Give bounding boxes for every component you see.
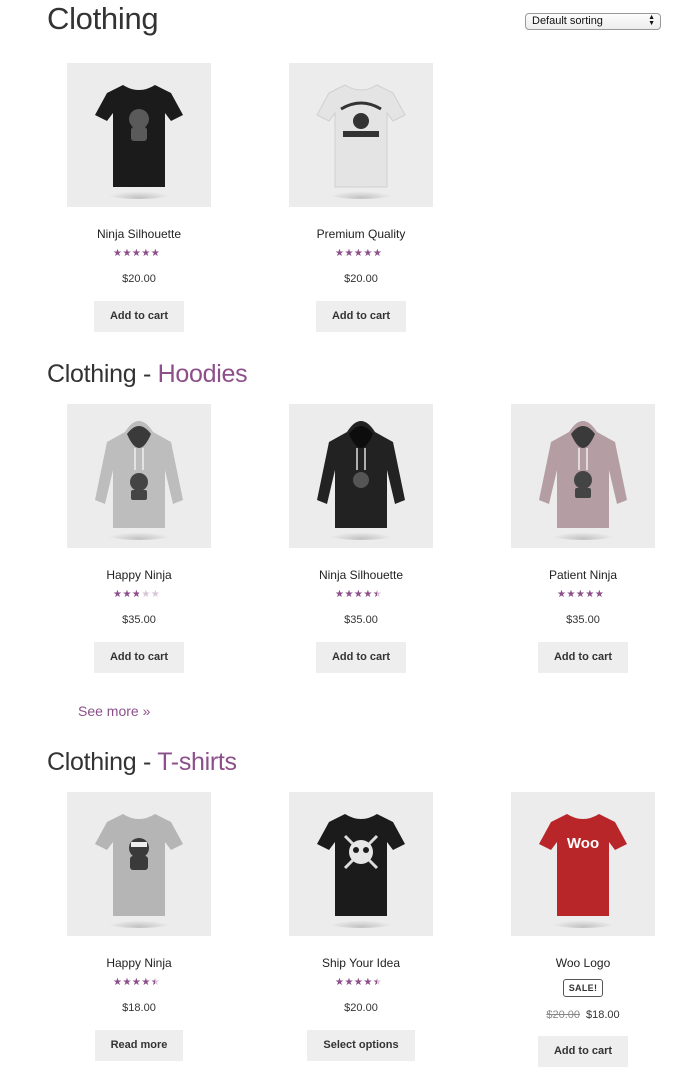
product-name[interactable]: Ship Your Idea [266, 956, 456, 970]
product-image[interactable] [67, 792, 211, 936]
add-to-cart-button[interactable]: Add to cart [537, 1036, 629, 1067]
product-card: Patient Ninja ★★★★★ ★★★★★ $35.00 Add to c… [488, 404, 678, 673]
select-options-button[interactable]: Select options [307, 1030, 415, 1061]
star-rating: ★★★★★★★★★★ [113, 248, 161, 259]
see-more-link[interactable]: See more » [78, 702, 150, 720]
tshirt-icon [316, 84, 406, 199]
add-to-cart-button[interactable]: Add to cart [537, 642, 629, 673]
product-price: $20.00 $18.00 [488, 1009, 678, 1021]
product-image[interactable] [289, 404, 433, 548]
product-name[interactable]: Premium Quality [266, 227, 456, 241]
star-rating: ★★★★★★★★★★ [557, 589, 605, 600]
add-to-cart-button[interactable]: Add to cart [315, 642, 407, 673]
hoodie-icon [317, 421, 405, 540]
hoodie-icon [539, 421, 627, 540]
product-price: $20.00 [344, 1002, 378, 1014]
star-rating: ★★★★★★★★★★ [335, 977, 383, 988]
product-name[interactable]: Woo Logo [488, 956, 678, 970]
product-name[interactable]: Patient Ninja [488, 568, 678, 582]
product-card: Ninja Silhouette ★★★★★★★★★★ $35.00 Add t… [266, 404, 456, 673]
product-image[interactable] [289, 63, 433, 207]
page-title: Clothing [47, 1, 159, 36]
sale-price: $18.00 [586, 1009, 620, 1021]
star-rating: ★★★★★★★★★★ [113, 977, 161, 988]
product-price: $35.00 [344, 614, 378, 626]
woo-logo-text: Woo [567, 835, 599, 852]
product-card: Happy Ninja ★★★★★★★★★★ $35.00 Add to car… [44, 404, 234, 673]
product-price: $35.00 [122, 614, 156, 626]
old-price: $20.00 [546, 1009, 580, 1021]
sort-select[interactable]: Default sorting ▲ ▼ [525, 13, 661, 30]
product-image[interactable] [67, 63, 211, 207]
product-card: Ship Your Idea ★★★★★★★★★★ $20.00 Select … [266, 792, 456, 1061]
product-name[interactable]: Happy Ninja [44, 956, 234, 970]
product-card: Woo Woo Logo SALE! $20.00 $18.00 Add to c… [488, 792, 678, 1067]
add-to-cart-button[interactable]: Add to cart [93, 642, 185, 673]
star-rating: ★★★★★★★★★★ [335, 248, 383, 259]
product-name[interactable]: Ninja Silhouette [266, 568, 456, 582]
tshirt-icon: Woo [539, 814, 627, 928]
star-rating: ★★★★★★★★★★ [113, 589, 161, 600]
hoodie-icon [95, 421, 183, 540]
section-title-hoodies: Clothing - Hoodies [47, 359, 248, 389]
section-title-tshirts: Clothing - T-shirts [47, 747, 237, 777]
add-to-cart-button[interactable]: Add to cart [315, 301, 407, 332]
read-more-button[interactable]: Read more [94, 1030, 184, 1061]
product-name[interactable]: Happy Ninja [44, 568, 234, 582]
select-arrows-icon: ▲ ▼ [648, 14, 655, 27]
product-image[interactable] [67, 404, 211, 548]
product-price: $18.00 [122, 1002, 156, 1014]
product-image[interactable]: Woo [511, 792, 655, 936]
sort-select-value: Default sorting [532, 15, 603, 27]
product-card: Happy Ninja ★★★★★★★★★★ $18.00 Read more [44, 792, 234, 1061]
product-price: $20.00 [344, 273, 378, 285]
product-price: $20.00 [122, 273, 156, 285]
section-title-prefix: Clothing - [47, 748, 158, 776]
category-link-tshirts[interactable]: T-shirts [157, 748, 237, 776]
section-title-prefix: Clothing - [47, 360, 158, 388]
product-image[interactable] [511, 404, 655, 548]
sale-badge: SALE! [562, 979, 604, 997]
add-to-cart-button[interactable]: Add to cart [93, 301, 185, 332]
product-card: Ninja Silhouette ★★★★★ ★★★★★ $20.00 Add t… [44, 63, 234, 332]
tshirt-icon [95, 814, 183, 928]
star-rating: ★★★★★★★★★★ [335, 589, 383, 600]
tshirt-icon [317, 814, 405, 928]
product-image[interactable] [289, 792, 433, 936]
product-name[interactable]: Ninja Silhouette [44, 227, 234, 241]
tshirt-icon [95, 85, 183, 199]
category-link-hoodies[interactable]: Hoodies [158, 360, 248, 388]
product-card: Premium Quality ★★★★★ ★★★★★ $20.00 Add to… [266, 63, 456, 332]
product-price: $35.00 [566, 614, 600, 626]
